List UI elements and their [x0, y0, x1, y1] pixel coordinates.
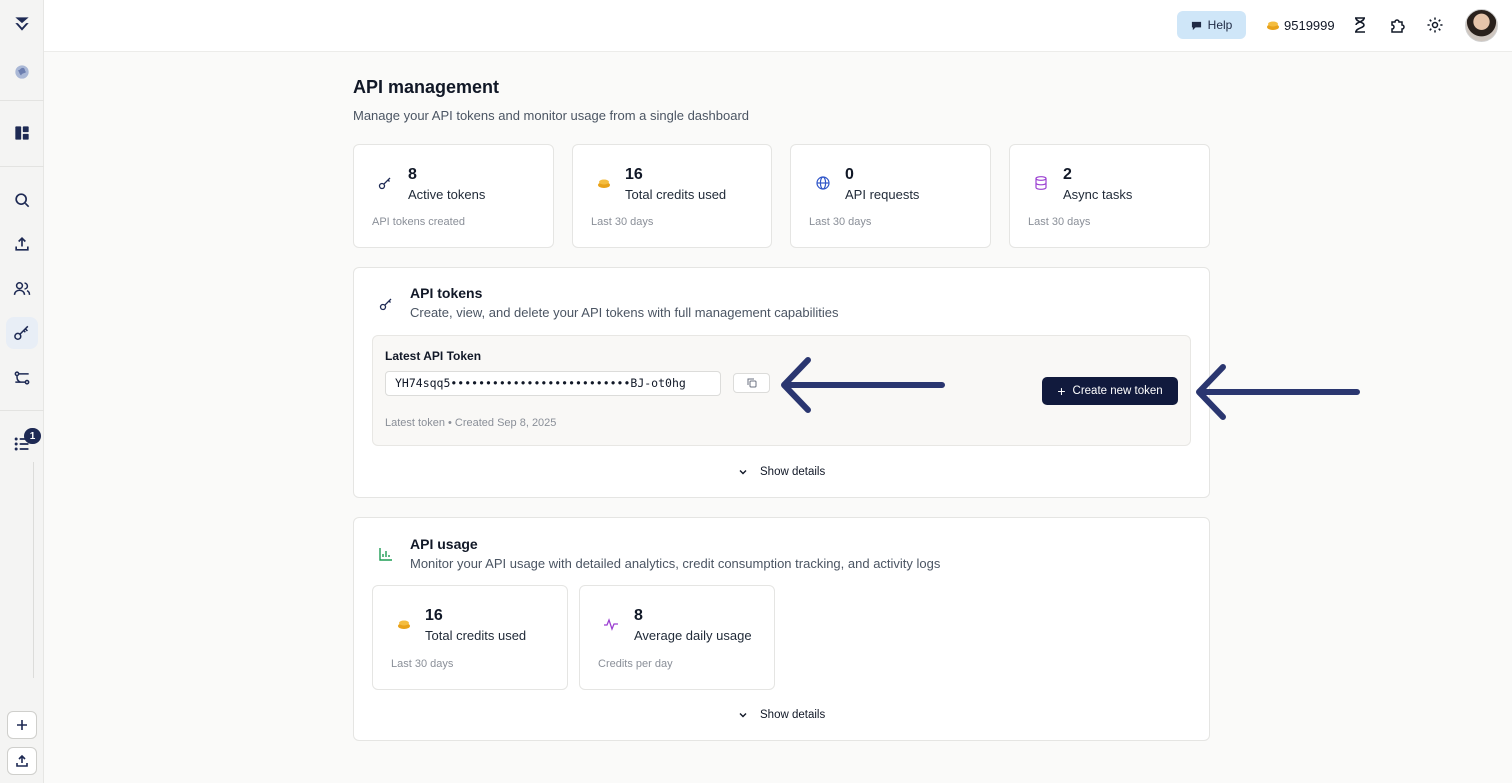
bar-chart-icon [377, 545, 395, 563]
stat-card-active-tokens: 8 Active tokens API tokens created [353, 144, 554, 248]
dashboard-icon[interactable] [6, 117, 38, 149]
coins-icon [395, 615, 413, 633]
stat-value: 8 [408, 166, 417, 183]
coins-icon [595, 174, 613, 192]
section-subtitle: Create, view, and delete your API tokens… [410, 305, 839, 320]
stat-footnote: Last 30 days [809, 216, 872, 228]
stat-label: Active tokens [408, 187, 486, 202]
stat-value: 8 [634, 607, 643, 624]
annotation-arrow-left [1196, 364, 1360, 420]
show-details-label: Show details [760, 709, 826, 721]
globe-avatar-icon[interactable] [6, 56, 38, 88]
help-label: Help [1207, 18, 1233, 32]
stat-value: 16 [425, 607, 443, 624]
chat-icon [1191, 21, 1201, 30]
token-meta: Latest token • Created Sep 8, 2025 [385, 417, 557, 429]
upload-bottom-button[interactable] [7, 747, 37, 775]
stat-footnote: API tokens created [372, 216, 465, 228]
settings-gear-icon[interactable] [1425, 15, 1445, 35]
search-icon[interactable] [6, 184, 38, 216]
create-new-token-button[interactable]: + Create new token [1042, 377, 1178, 405]
stat-label: Total credits used [425, 628, 527, 643]
latest-token-label: Latest API Token [385, 349, 482, 363]
show-details-toggle-usage[interactable]: Show details [738, 707, 825, 723]
activity-icon [602, 615, 620, 633]
coins-icon [1267, 21, 1279, 30]
stat-value: 2 [1063, 166, 1072, 183]
tasks-badge: 1 [24, 428, 41, 444]
users-icon[interactable] [6, 273, 38, 305]
section-title-api-tokens: API tokens [410, 285, 483, 301]
stat-label: API requests [845, 187, 920, 202]
stat-label: Total credits used [625, 187, 727, 202]
key-icon[interactable] [6, 317, 38, 349]
top-header: Help 9519999 [44, 0, 1512, 52]
credits-balance[interactable]: 9519999 [1266, 16, 1335, 34]
stat-footnote: Last 30 days [1028, 216, 1091, 228]
stat-card-total-credits: 16 Total credits used Last 30 days [572, 144, 772, 248]
page-title: API management [353, 77, 500, 97]
stat-card-async-tasks: 2 Async tasks Last 30 days [1009, 144, 1210, 248]
sidebar-scroll-rail [33, 462, 34, 678]
stat-footnote: Last 30 days [391, 658, 454, 670]
stat-card-api-requests: 0 API requests Last 30 days [790, 144, 991, 248]
stat-label: Async tasks [1063, 187, 1133, 202]
stat-label: Average daily usage [634, 628, 752, 643]
puzzle-icon[interactable] [1388, 15, 1408, 35]
help-button[interactable]: Help [1177, 11, 1246, 39]
stat-footnote: Credits per day [598, 658, 673, 670]
key-icon [376, 174, 394, 192]
sidebar: 1 [0, 0, 44, 783]
token-value-field[interactable]: YH74sqq5••••••••••••••••••••••••••BJ-ot0… [385, 371, 721, 396]
user-avatar[interactable] [1465, 9, 1498, 42]
show-details-toggle-tokens[interactable]: Show details [738, 464, 825, 480]
logo-icon[interactable] [6, 8, 38, 40]
key-icon [377, 295, 395, 313]
hourglass-icon[interactable] [1350, 15, 1370, 35]
workflow-icon[interactable] [6, 362, 38, 394]
database-icon [1032, 174, 1050, 192]
create-token-label: Create new token [1072, 385, 1163, 397]
credits-value: 9519999 [1284, 17, 1335, 33]
add-button[interactable] [7, 711, 37, 739]
section-title-api-usage: API usage [410, 536, 478, 552]
section-subtitle: Monitor your API usage with detailed ana… [410, 556, 941, 571]
page-subtitle: Manage your API tokens and monitor usage… [353, 108, 750, 123]
stat-value: 0 [845, 166, 854, 183]
chevron-down-icon [739, 470, 747, 475]
copy-token-button[interactable] [733, 373, 770, 393]
upload-icon[interactable] [6, 228, 38, 260]
copy-icon [747, 378, 756, 388]
chevron-down-icon [739, 713, 747, 718]
stat-value: 16 [625, 166, 643, 183]
stat-footnote: Last 30 days [591, 216, 654, 228]
globe-icon [814, 174, 832, 192]
annotation-arrow-left [781, 357, 945, 413]
usage-card-average-daily: 8 Average daily usage Credits per day [579, 585, 775, 690]
usage-card-total-credits: 16 Total credits used Last 30 days [372, 585, 568, 690]
show-details-label: Show details [760, 466, 826, 478]
plus-icon: + [1057, 383, 1066, 399]
